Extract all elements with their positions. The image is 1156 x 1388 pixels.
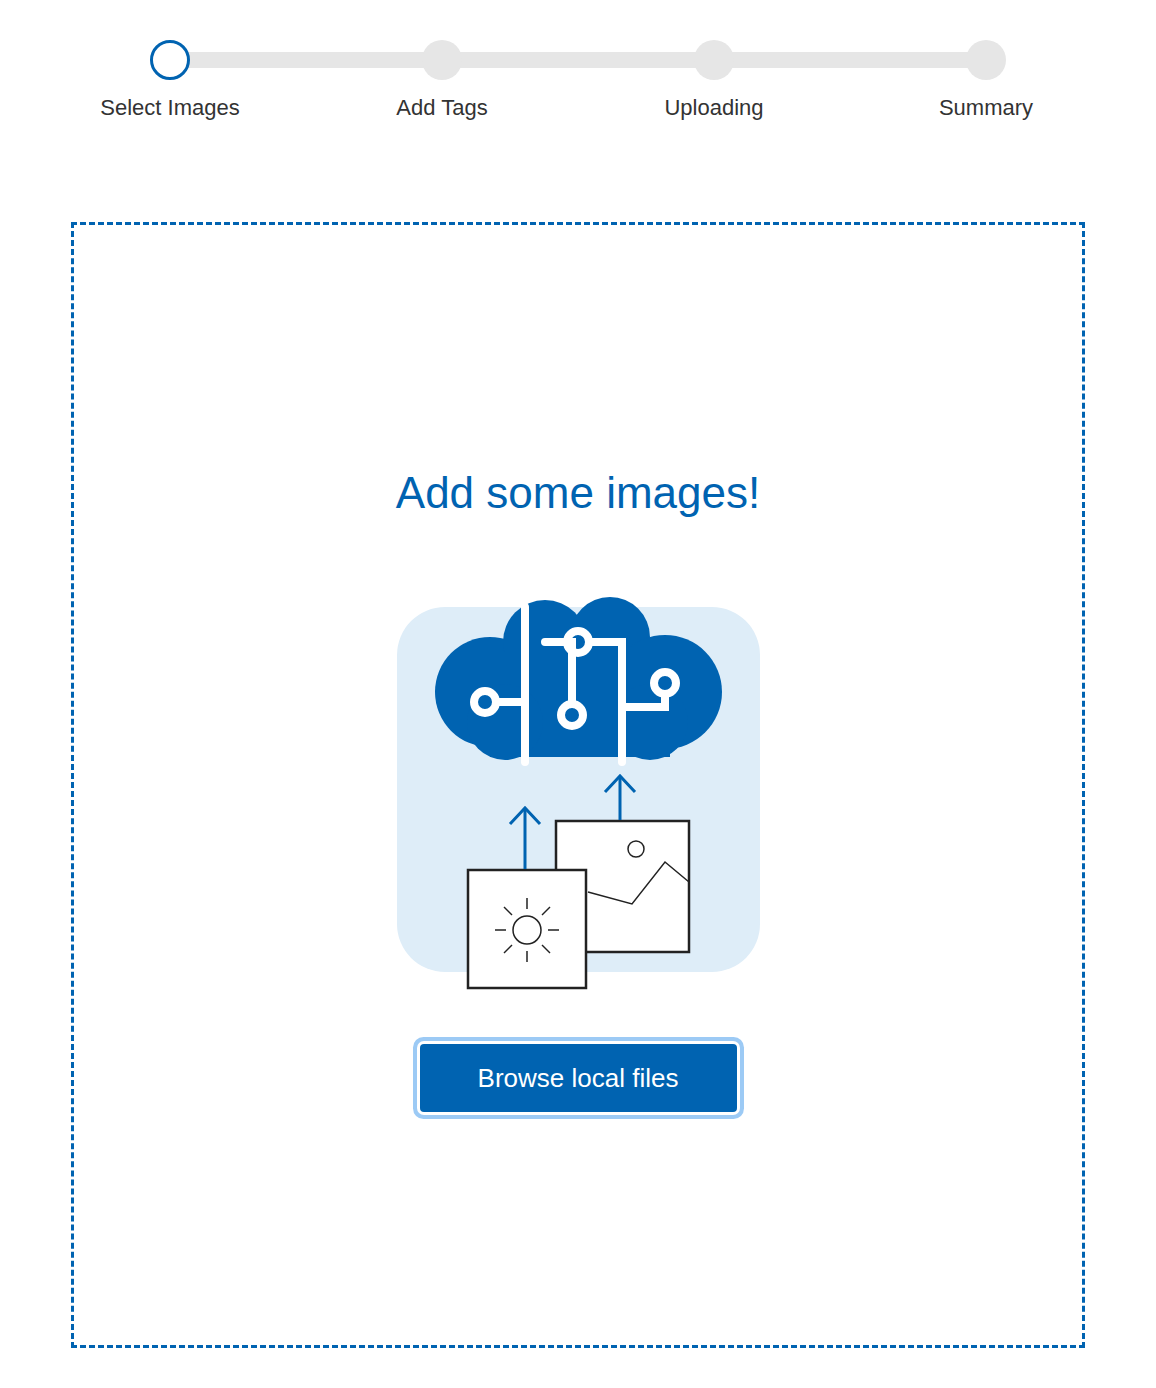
step-marker bbox=[150, 40, 190, 80]
drop-zone[interactable]: Add some images! bbox=[71, 222, 1085, 1348]
step-label: Uploading bbox=[664, 94, 763, 122]
step: Summary bbox=[850, 40, 1122, 122]
step: Uploading bbox=[578, 40, 850, 122]
stepper-track bbox=[170, 52, 986, 68]
step-label: Select Images bbox=[100, 94, 239, 122]
step-marker bbox=[966, 40, 1006, 80]
step: Select Images bbox=[34, 40, 306, 122]
step: Add Tags bbox=[306, 40, 578, 122]
step-label: Summary bbox=[939, 94, 1033, 122]
upload-illustration-icon bbox=[393, 597, 763, 992]
browse-button[interactable]: Browse local files bbox=[420, 1044, 737, 1112]
step-label: Add Tags bbox=[396, 94, 487, 122]
step-marker bbox=[422, 40, 462, 80]
step-marker bbox=[694, 40, 734, 80]
progress-stepper: Select Images Add Tags Uploading Summary bbox=[34, 40, 1122, 122]
drop-zone-heading: Add some images! bbox=[396, 465, 760, 521]
